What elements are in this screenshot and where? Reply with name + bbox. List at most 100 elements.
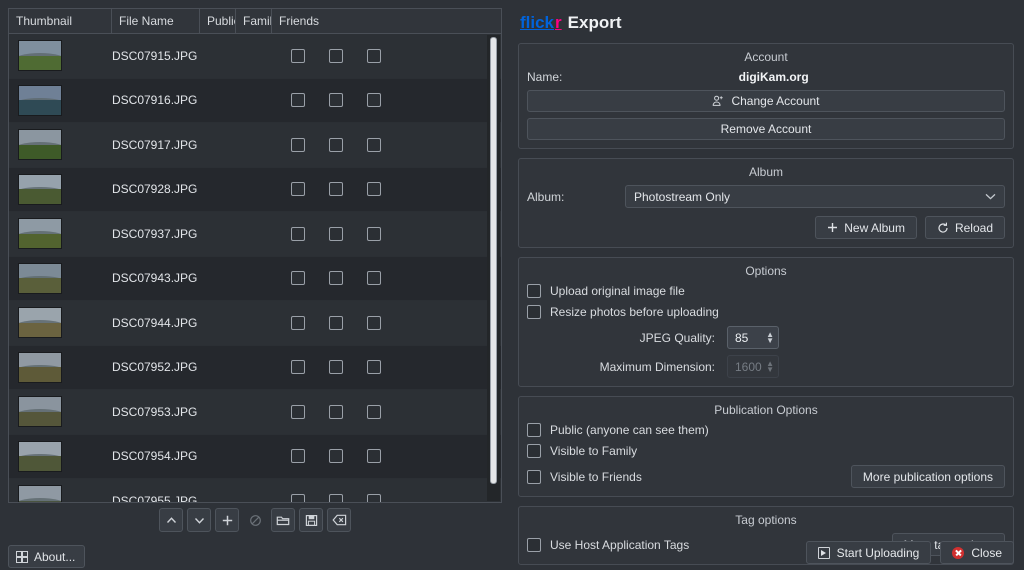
resize-photos-checkbox[interactable]	[527, 305, 541, 319]
row-friends-cell[interactable]	[363, 494, 401, 502]
table-row[interactable]: DSC07928.JPG	[9, 168, 501, 213]
row-public-checkbox[interactable]	[291, 49, 305, 63]
column-header-public[interactable]: Public	[200, 9, 236, 33]
row-family-checkbox[interactable]	[329, 360, 343, 374]
row-family-checkbox[interactable]	[329, 271, 343, 285]
row-friends-cell[interactable]	[363, 316, 401, 330]
public-checkbox[interactable]	[527, 423, 541, 437]
row-friends-checkbox[interactable]	[367, 494, 381, 502]
file-list-body[interactable]: DSC07915.JPGDSC07916.JPGDSC07917.JPGDSC0…	[9, 34, 501, 502]
host-tags-checkbox[interactable]	[527, 538, 541, 552]
clear-button[interactable]	[327, 508, 351, 532]
row-public-cell[interactable]	[287, 49, 325, 63]
row-family-cell[interactable]	[325, 405, 363, 419]
row-public-checkbox[interactable]	[291, 405, 305, 419]
row-friends-checkbox[interactable]	[367, 360, 381, 374]
row-public-cell[interactable]	[287, 405, 325, 419]
row-public-cell[interactable]	[287, 227, 325, 241]
table-row[interactable]: DSC07915.JPG	[9, 34, 501, 79]
row-public-checkbox[interactable]	[291, 316, 305, 330]
open-folder-button[interactable]	[271, 508, 295, 532]
column-header-family[interactable]: Famil	[236, 9, 272, 33]
change-account-button[interactable]: Change Account	[527, 90, 1005, 112]
move-up-button[interactable]	[159, 508, 183, 532]
row-friends-cell[interactable]	[363, 49, 401, 63]
row-friends-checkbox[interactable]	[367, 182, 381, 196]
table-row[interactable]: DSC07954.JPG	[9, 435, 501, 480]
table-row[interactable]: DSC07943.JPG	[9, 257, 501, 302]
row-friends-checkbox[interactable]	[367, 271, 381, 285]
row-family-checkbox[interactable]	[329, 138, 343, 152]
row-public-checkbox[interactable]	[291, 93, 305, 107]
reload-button[interactable]: Reload	[925, 216, 1005, 239]
row-family-checkbox[interactable]	[329, 182, 343, 196]
row-family-checkbox[interactable]	[329, 227, 343, 241]
row-friends-checkbox[interactable]	[367, 93, 381, 107]
row-public-checkbox[interactable]	[291, 182, 305, 196]
row-friends-cell[interactable]	[363, 449, 401, 463]
row-public-checkbox[interactable]	[291, 360, 305, 374]
row-public-cell[interactable]	[287, 360, 325, 374]
row-public-cell[interactable]	[287, 494, 325, 502]
row-friends-checkbox[interactable]	[367, 138, 381, 152]
row-public-cell[interactable]	[287, 271, 325, 285]
row-friends-cell[interactable]	[363, 182, 401, 196]
row-friends-cell[interactable]	[363, 138, 401, 152]
add-button[interactable]	[215, 508, 239, 532]
row-family-cell[interactable]	[325, 227, 363, 241]
column-header-filename[interactable]: File Name	[112, 9, 200, 33]
row-public-cell[interactable]	[287, 93, 325, 107]
stepper-arrows-icon[interactable]: ▲▼	[766, 332, 774, 344]
visible-friends-row[interactable]: Visible to Friends More publication opti…	[527, 465, 1005, 488]
column-header-thumbnail[interactable]: Thumbnail	[9, 9, 112, 33]
row-family-cell[interactable]	[325, 182, 363, 196]
table-row[interactable]: DSC07917.JPG	[9, 123, 501, 168]
save-button[interactable]	[299, 508, 323, 532]
resize-photos-row[interactable]: Resize photos before uploading	[527, 305, 1005, 319]
row-public-checkbox[interactable]	[291, 271, 305, 285]
row-family-checkbox[interactable]	[329, 93, 343, 107]
row-friends-cell[interactable]	[363, 93, 401, 107]
visible-family-checkbox[interactable]	[527, 444, 541, 458]
row-family-cell[interactable]	[325, 138, 363, 152]
about-button[interactable]: About...	[8, 545, 85, 568]
table-row[interactable]: DSC07955.JPG	[9, 479, 501, 502]
row-family-checkbox[interactable]	[329, 494, 343, 502]
table-row[interactable]: DSC07916.JPG	[9, 79, 501, 124]
row-family-cell[interactable]	[325, 449, 363, 463]
close-button[interactable]: Close	[940, 541, 1014, 564]
row-family-cell[interactable]	[325, 316, 363, 330]
column-header-friends[interactable]: Friends	[272, 9, 501, 33]
row-friends-cell[interactable]	[363, 405, 401, 419]
table-row[interactable]: DSC07937.JPG	[9, 212, 501, 257]
row-friends-checkbox[interactable]	[367, 316, 381, 330]
table-row[interactable]: DSC07952.JPG	[9, 346, 501, 391]
row-friends-checkbox[interactable]	[367, 405, 381, 419]
row-family-cell[interactable]	[325, 93, 363, 107]
row-friends-checkbox[interactable]	[367, 449, 381, 463]
row-public-cell[interactable]	[287, 449, 325, 463]
more-publication-options-button[interactable]: More publication options	[851, 465, 1005, 488]
row-friends-cell[interactable]	[363, 360, 401, 374]
table-row[interactable]: DSC07944.JPG	[9, 301, 501, 346]
move-down-button[interactable]	[187, 508, 211, 532]
album-select[interactable]: Photostream Only	[625, 185, 1005, 208]
row-friends-cell[interactable]	[363, 271, 401, 285]
row-public-cell[interactable]	[287, 316, 325, 330]
row-friends-checkbox[interactable]	[367, 227, 381, 241]
new-album-button[interactable]: New Album	[815, 216, 917, 239]
row-friends-cell[interactable]	[363, 227, 401, 241]
upload-original-row[interactable]: Upload original image file	[527, 284, 1005, 298]
row-friends-checkbox[interactable]	[367, 49, 381, 63]
table-row[interactable]: DSC07953.JPG	[9, 390, 501, 435]
scrollbar-thumb[interactable]	[490, 37, 497, 484]
row-family-cell[interactable]	[325, 360, 363, 374]
row-family-cell[interactable]	[325, 271, 363, 285]
row-family-checkbox[interactable]	[329, 405, 343, 419]
file-list-scrollbar[interactable]	[487, 35, 500, 501]
row-public-checkbox[interactable]	[291, 227, 305, 241]
visible-family-row[interactable]: Visible to Family	[527, 444, 1005, 458]
upload-original-checkbox[interactable]	[527, 284, 541, 298]
start-uploading-button[interactable]: Start Uploading	[806, 541, 932, 564]
row-family-cell[interactable]	[325, 49, 363, 63]
